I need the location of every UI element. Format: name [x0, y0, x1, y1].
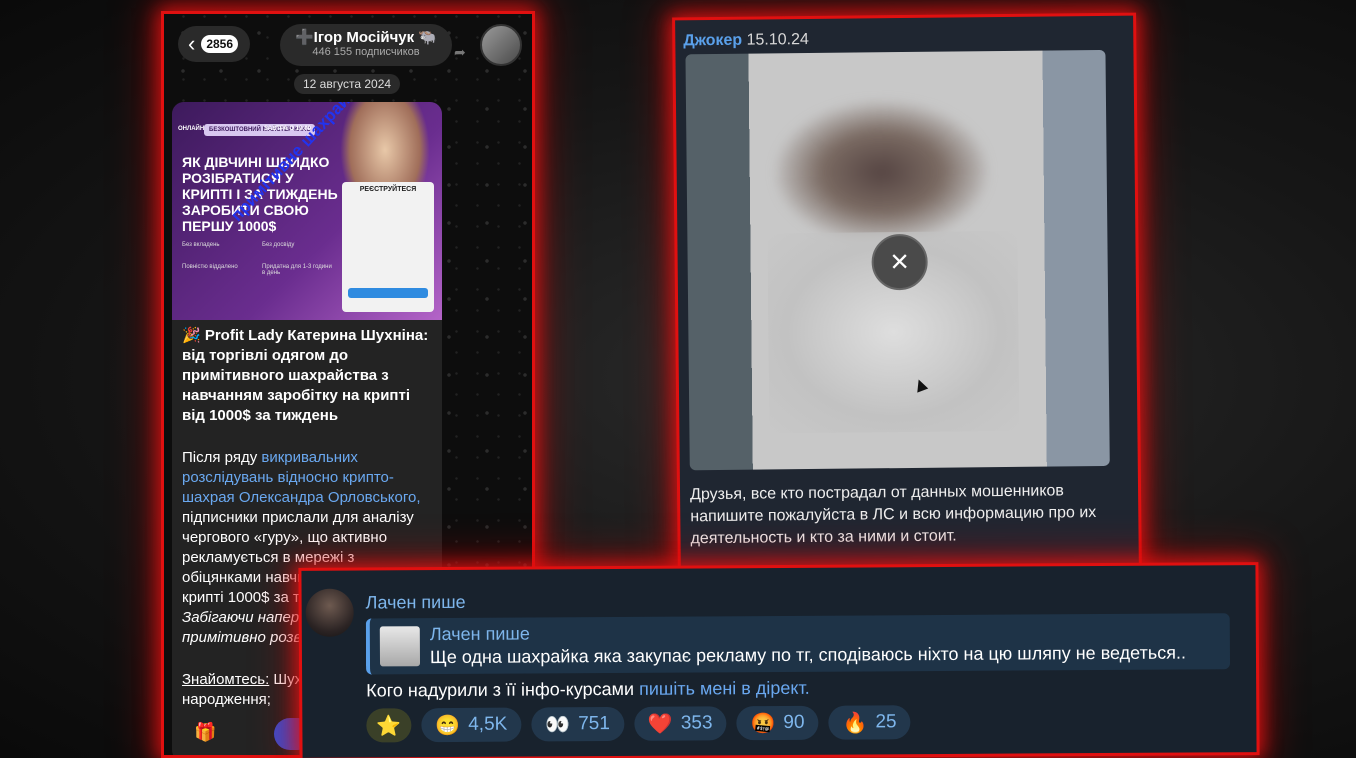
direct-message-link[interactable]: пишіть мені в дірект. [639, 678, 810, 699]
banner-point: Повністю віддалено [182, 264, 238, 270]
comment-text-span: Кого надурили з її інфо-курсами [366, 678, 640, 701]
banner-point: Придатна для 1-3 години в день [262, 264, 332, 276]
post-underline-label: Знайомтесь: [182, 671, 270, 688]
reaction-count: 25 [875, 711, 897, 733]
chevron-left-icon: ‹ [188, 31, 196, 56]
post-text-span: Після ряду [182, 449, 262, 466]
reply-quote[interactable]: Лачен пише Ще одна шахрайка яка закупає … [365, 613, 1231, 675]
comment-text: Кого надурили з її інфо-курсами пишіть м… [366, 678, 810, 702]
subscriber-count: 446 155 подписчиков [312, 46, 420, 58]
reaction-count: 353 [680, 712, 713, 734]
reactions-bar: ⭐ 😁 4,5K 👀 751 ❤️ 353 🤬 90 🔥 25 [366, 705, 911, 743]
share-icon[interactable]: ➦ [454, 44, 466, 61]
angry-face-icon: 🤬 [750, 712, 776, 735]
avatar[interactable] [305, 588, 354, 637]
fire-icon: 🔥 [842, 711, 868, 735]
message-date: 15.10.24 [746, 31, 809, 49]
reaction-heart[interactable]: ❤️ 353 [633, 706, 727, 741]
reaction-count: 90 [783, 711, 805, 733]
reaction-count: 751 [578, 713, 610, 735]
reaction-eyes[interactable]: 👀 751 [531, 706, 624, 742]
lachen-comment-card: Лачен пише Лачен пише Ще одна шахрайка я… [301, 565, 1257, 758]
channel-avatar[interactable] [480, 24, 522, 66]
reaction-fire[interactable]: 🔥 25 [828, 705, 911, 740]
banner-tag-online: ОНЛАЙН [178, 126, 205, 132]
reaction-star[interactable]: ⭐ [366, 708, 412, 743]
post-banner-image[interactable]: ОНЛАЙН БЕЗКОШТОВНИЙ МАЙСТЕР-КЛАС ЗАВТРА … [172, 102, 442, 320]
quote-text: Ще одна шахрайка яка закупає рекламу по … [429, 642, 1186, 668]
joker-message-card: Джокер 15.10.24 × ▲ Друзья, все кто пост… [675, 15, 1139, 576]
quote-thumbnail [379, 626, 421, 667]
eyes-icon: 👀 [545, 713, 571, 736]
banner-form-mockup: РЕЄСТРУЙТЕСЯ [342, 182, 434, 312]
reaction-grin[interactable]: 😁 4,5K [421, 707, 522, 743]
blurred-video-preview[interactable]: × ▲ [685, 49, 1110, 471]
date-separator: 12 августа 2024 [294, 74, 401, 94]
message-author[interactable]: Джокер [683, 32, 742, 50]
channel-header[interactable]: ➕Ігор Мосійчук 🐃 446 155 подписчиков [280, 24, 452, 66]
message-header: Джокер 15.10.24 [683, 31, 809, 50]
blur-shape [775, 101, 988, 244]
message-text: Друзья, все кто пострадал от данных моше… [689, 482, 1097, 548]
grin-icon: 😁 [435, 714, 461, 737]
gift-icon[interactable]: 🎁 [194, 722, 218, 746]
banner-point: Без досвіду [262, 242, 295, 248]
unread-count-badge: 2856 [201, 35, 239, 53]
back-button[interactable]: ‹ 2856 [178, 26, 250, 62]
heart-icon: ❤️ [647, 713, 673, 736]
comment-author[interactable]: Лачен пише [366, 592, 466, 614]
quote-author: Лачен пише [429, 623, 530, 645]
form-button [348, 288, 428, 298]
banner-point: Без вкладень [182, 242, 220, 248]
form-title: РЕЄСТРУЙТЕСЯ [359, 186, 417, 193]
star-icon: ⭐ [376, 714, 402, 737]
channel-name: ➕Ігор Мосійчук 🐃 [295, 29, 437, 46]
reaction-count: 4,5K [468, 713, 508, 735]
close-icon[interactable]: × [871, 233, 928, 291]
reaction-angry[interactable]: 🤬 90 [736, 705, 819, 741]
post-headline: 🎉 Profit Lady Катерина Шухніна: від торг… [182, 327, 429, 424]
